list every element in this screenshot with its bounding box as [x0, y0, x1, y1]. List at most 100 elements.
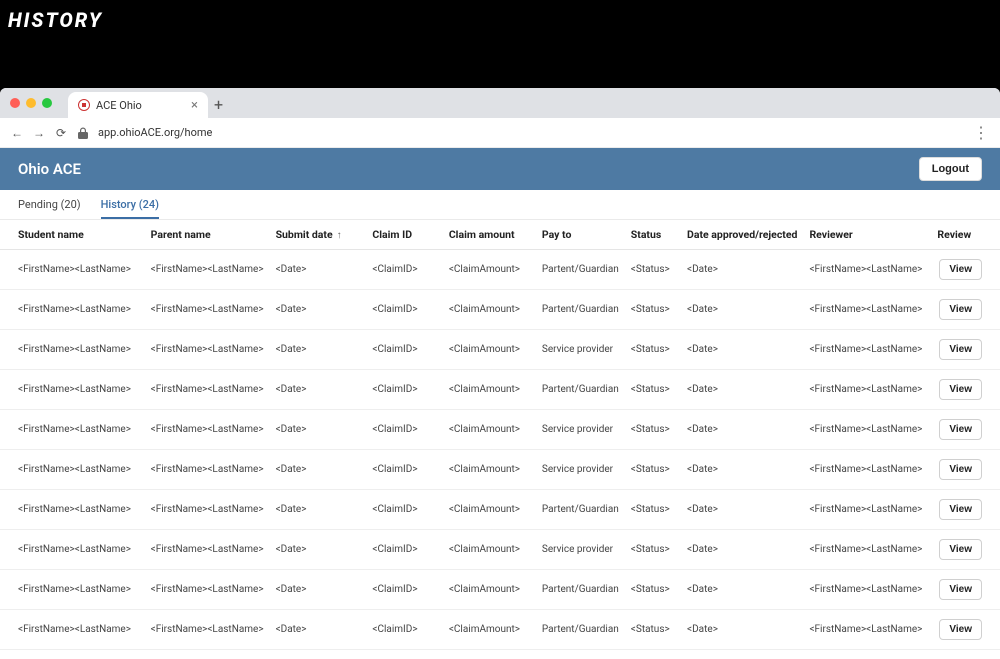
cell-student: <FirstName><LastName>: [0, 650, 145, 659]
reload-icon[interactable]: ⟳: [54, 126, 68, 140]
col-payto[interactable]: Pay to: [536, 220, 625, 250]
cell-status: <Status>: [625, 610, 681, 650]
forward-icon[interactable]: →: [32, 126, 46, 140]
cell-student: <FirstName><LastName>: [0, 490, 145, 530]
view-button[interactable]: View: [939, 539, 982, 560]
logout-button[interactable]: Logout: [919, 157, 982, 181]
cell-review: View: [931, 570, 1000, 610]
cell-amount: <ClaimAmount>: [443, 450, 536, 490]
col-review: Review: [931, 220, 1000, 250]
cell-parent: <FirstName><LastName>: [145, 410, 270, 450]
content-tabs: Pending (20) History (24): [0, 190, 1000, 220]
cell-submit: <Date>: [270, 490, 367, 530]
cell-submit: <Date>: [270, 450, 367, 490]
window-controls[interactable]: [10, 88, 52, 118]
cell-claim_id: <ClaimID>: [366, 570, 442, 610]
cell-status: <Status>: [625, 570, 681, 610]
tab-history[interactable]: History (24): [101, 198, 159, 219]
view-button[interactable]: View: [939, 339, 982, 360]
col-date2[interactable]: Date approved/rejected: [681, 220, 803, 250]
view-button[interactable]: View: [939, 379, 982, 400]
lock-icon: [76, 126, 90, 140]
col-submit-label: Submit date: [276, 228, 333, 241]
cell-claim_id: <ClaimID>: [366, 450, 442, 490]
favicon-icon: [78, 99, 90, 111]
cell-date2: <Date>: [681, 450, 803, 490]
close-window-icon[interactable]: [10, 98, 20, 108]
col-amount[interactable]: Claim amount: [443, 220, 536, 250]
kebab-menu-icon[interactable]: ⋮: [973, 123, 990, 142]
cell-claim_id: <ClaimID>: [366, 250, 442, 290]
cell-reviewer: <FirstName><LastName>: [803, 330, 931, 370]
cell-status: <Status>: [625, 330, 681, 370]
cell-amount: <ClaimAmount>: [443, 290, 536, 330]
cell-pay_to: Service provider: [536, 330, 625, 370]
cell-student: <FirstName><LastName>: [0, 530, 145, 570]
cell-claim_id: <ClaimID>: [366, 290, 442, 330]
table-row: <FirstName><LastName> <FirstName><LastNam…: [0, 370, 1000, 410]
table-row: <FirstName><LastName> <FirstName><LastNam…: [0, 490, 1000, 530]
view-button[interactable]: View: [939, 459, 982, 480]
cell-reviewer: <FirstName><LastName>: [803, 490, 931, 530]
table-row: <FirstName><LastName><FirstName><LastNam…: [0, 290, 1000, 330]
new-tab-button[interactable]: +: [214, 95, 223, 114]
table-row: <FirstName><LastName><FirstName><LastNam…: [0, 610, 1000, 650]
cell-submit: <Date>: [270, 330, 367, 370]
cell-amount: <ClaimAmount>: [443, 530, 536, 570]
cell-submit: <Date>: [270, 290, 367, 330]
tab-strip: ACE Ohio × +: [0, 88, 1000, 118]
view-button[interactable]: View: [939, 579, 982, 600]
close-tab-icon[interactable]: ×: [191, 98, 198, 113]
cell-review: View: [931, 650, 1000, 659]
cell-parent: <FirstName><LastName>: [145, 650, 270, 659]
cell-student: <FirstName><LastName>: [0, 370, 145, 410]
cell-amount: <ClaimAmount>: [443, 490, 536, 530]
col-parent[interactable]: Parent name: [145, 220, 270, 250]
cell-submit: <Date>: [270, 530, 367, 570]
cell-submit: <Date>: [270, 250, 367, 290]
table-row: <FirstName><LastName><FirstName><LastNam…: [0, 570, 1000, 610]
view-button[interactable]: View: [939, 259, 982, 280]
cell-status: <Status>: [625, 450, 681, 490]
cell-pay_to: Service provider: [536, 410, 625, 450]
cell-submit: <Date>: [270, 370, 367, 410]
view-button[interactable]: View: [939, 419, 982, 440]
cell-claim_id: <ClaimID>: [366, 410, 442, 450]
cell-date2: <Date>: [681, 610, 803, 650]
minimize-window-icon[interactable]: [26, 98, 36, 108]
cell-parent: <FirstName><LastName>: [145, 450, 270, 490]
table-row: <FirstName><LastName><FirstName><LastNam…: [0, 410, 1000, 450]
cell-date2: <Date>: [681, 490, 803, 530]
cell-review: View: [931, 410, 1000, 450]
url-text[interactable]: app.ohioACE.org/home: [98, 126, 212, 139]
browser-tab[interactable]: ACE Ohio ×: [68, 92, 208, 118]
cell-student: <FirstName><LastName>: [0, 410, 145, 450]
cell-status: <Status>: [625, 530, 681, 570]
maximize-window-icon[interactable]: [42, 98, 52, 108]
claims-table-wrap: Student name Parent name Submit date↑ Cl…: [0, 220, 1000, 659]
cell-date2: <Date>: [681, 290, 803, 330]
cell-date2: <Date>: [681, 250, 803, 290]
col-status[interactable]: Status: [625, 220, 681, 250]
cell-submit: <Date>: [270, 610, 367, 650]
tab-title: ACE Ohio: [96, 99, 142, 112]
cell-pay_to: Partent/Guardian: [536, 490, 625, 530]
cell-status: <Status>: [625, 650, 681, 659]
cell-pay_to: Partent/Guardian: [536, 290, 625, 330]
cell-pay_to: Service provider: [536, 530, 625, 570]
table-row: <FirstName><LastName><FirstName><LastNam…: [0, 650, 1000, 659]
view-button[interactable]: View: [939, 499, 982, 520]
back-icon[interactable]: ←: [10, 126, 24, 140]
col-submit[interactable]: Submit date↑: [270, 220, 367, 250]
tab-pending[interactable]: Pending (20): [18, 198, 81, 219]
cell-parent: <FirstName><LastName>: [145, 610, 270, 650]
col-reviewer[interactable]: Reviewer: [803, 220, 931, 250]
cell-reviewer: <FirstName><LastName>: [803, 370, 931, 410]
view-button[interactable]: View: [939, 299, 982, 320]
col-claimid[interactable]: Claim ID: [366, 220, 442, 250]
cell-status: <Status>: [625, 290, 681, 330]
view-button[interactable]: View: [939, 619, 982, 640]
cell-amount: <ClaimAmount>: [443, 410, 536, 450]
col-student[interactable]: Student name: [0, 220, 145, 250]
cell-parent: <FirstName><LastName>: [145, 250, 270, 290]
